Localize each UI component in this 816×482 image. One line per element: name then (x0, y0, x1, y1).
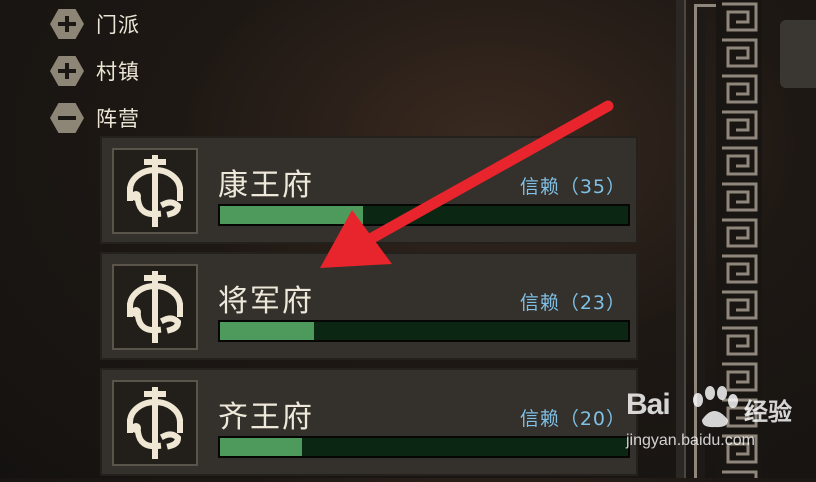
faction-emblem-icon (112, 148, 198, 234)
category-sects[interactable]: 门派 (50, 9, 140, 39)
category-factions[interactable]: 阵营 (50, 103, 140, 133)
trust-label: 信赖（35） (519, 176, 626, 198)
faction-card[interactable]: 康王府 信赖（35） (100, 136, 638, 244)
trust-progress-bar (218, 204, 630, 226)
category-label: 村镇 (96, 60, 140, 84)
expand-plus-icon[interactable] (50, 56, 84, 86)
category-towns[interactable]: 村镇 (50, 56, 140, 86)
trust-progress-bar (218, 320, 630, 342)
faction-name: 康王府 (218, 168, 314, 203)
trust-label: 信赖（20） (519, 408, 626, 430)
faction-emblem-icon (112, 264, 198, 350)
faction-name: 齐王府 (218, 400, 314, 435)
trust-progress-fill (220, 322, 314, 340)
collapse-minus-icon[interactable] (50, 103, 84, 133)
category-label: 门派 (96, 13, 140, 37)
faction-card[interactable]: 将军府 信赖（23） (100, 252, 638, 360)
watermark-logo: Bai (626, 388, 671, 421)
paw-icon (693, 386, 738, 428)
watermark-logo-cn: 经验 (744, 398, 792, 426)
watermark-url: jingyan.baidu.com (626, 432, 755, 449)
trust-label: 信赖（23） (519, 292, 626, 314)
trust-progress-bar (218, 436, 630, 458)
faction-name: 将军府 (218, 284, 314, 319)
expand-plus-icon[interactable] (50, 9, 84, 39)
trust-progress-fill (220, 206, 363, 224)
category-label: 阵营 (96, 107, 140, 131)
scrollbar-thumb[interactable] (780, 20, 816, 88)
faction-emblem-icon (112, 380, 198, 466)
watermark: Bai 经验 jingyan.baidu.com (626, 386, 816, 466)
faction-card[interactable]: 齐王府 信赖（20） (100, 368, 638, 476)
trust-progress-fill (220, 438, 302, 456)
